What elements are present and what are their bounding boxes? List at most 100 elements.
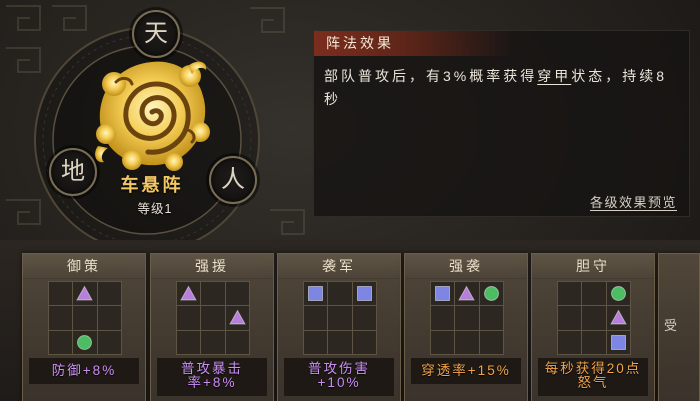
card-effect-label: 防御+8% [29,358,139,384]
grid-slot [455,282,479,306]
card-effect-text: 穿透率+15% [421,363,511,378]
grid-slot [73,330,97,354]
seal-tian-icon[interactable]: 天 [132,10,180,58]
card-effect-text: 普攻伤害+10% [308,361,370,390]
card-title: 强援 [151,254,273,279]
armor-pierce-keyword[interactable]: 穿甲 [537,68,571,84]
grid-slot [606,306,630,330]
square-marker [610,334,626,350]
grid-slot [225,330,249,354]
square-marker [435,286,451,302]
slot-grid [176,281,250,355]
triangle-marker [228,309,246,325]
triangle-marker [180,285,198,301]
slot-grid [557,281,631,355]
grid-slot [97,282,121,306]
partial-card-text: 受 [664,318,678,333]
grid-slot [431,306,455,330]
triangle-marker [458,285,476,301]
card-title: 袭军 [278,254,400,279]
grid-slot [49,306,73,330]
slot-grid [303,281,377,355]
golden-swirl-icon [95,61,210,171]
seal-glyph: 天 [144,21,168,47]
level-preview-link[interactable]: 各级效果预览 [590,192,677,211]
grid-slot [304,306,328,330]
grid-slot [97,306,121,330]
effect-description: 部队普攻后，有3%概率获得穿甲状态，持续8秒 [324,65,672,111]
card-title: 强袭 [405,254,527,279]
circle-marker [77,334,93,350]
grid-slot [97,330,121,354]
formation-card[interactable]: 胆守 每秒获得20点怒气 [531,253,655,401]
formation-screen: 天 地 人 车悬阵 等级1 阵法效果 部队普攻后，有3%概率获得穿甲状态，持续8… [0,0,700,401]
grid-slot [558,330,582,354]
grid-slot [201,282,225,306]
grid-slot [431,330,455,354]
grid-slot [606,282,630,306]
grid-slot [455,330,479,354]
formation-level: 等级1 [137,202,173,216]
grid-slot [582,282,606,306]
grid-slot [479,330,503,354]
grid-slot [352,306,376,330]
card-effect-label: 普攻暴击率+8% [157,358,267,396]
grid-slot [582,306,606,330]
formation-card[interactable]: 御策 防御+8% [22,253,146,401]
seal-di-icon[interactable]: 地 [49,148,97,196]
square-marker [308,286,324,302]
grid-slot [304,282,328,306]
seal-glyph: 人 [221,167,245,193]
grid-slot [225,306,249,330]
grid-slot [225,282,249,306]
circle-marker [610,286,626,302]
grid-slot [328,330,352,354]
formation-card[interactable]: 袭军 普攻伤害+10% [277,253,401,401]
grid-slot [352,330,376,354]
formation-card[interactable]: 强袭 穿透率+15% [404,253,528,401]
grid-slot [177,282,201,306]
card-effect-text: 防御+8% [51,363,117,378]
slot-grid [48,281,122,355]
effect-header: 阵法效果 [314,31,514,56]
grid-slot [582,330,606,354]
grid-slot [201,306,225,330]
grid-slot [479,282,503,306]
formation-card-partial[interactable]: 受 [658,253,700,401]
grid-slot [431,282,455,306]
formation-card[interactable]: 强援 普攻暴击率+8% [150,253,274,401]
slot-grid [430,281,504,355]
grid-slot [352,282,376,306]
card-effect-label: 每秒获得20点怒气 [538,358,648,396]
triangle-marker [76,285,94,301]
effect-text: 部队普攻后，有3%概率获得 [324,68,538,84]
card-effect-text: 每秒获得20点怒气 [544,361,642,390]
grid-slot [455,306,479,330]
grid-slot [328,306,352,330]
circle-marker [483,286,499,302]
seal-glyph: 地 [61,159,85,185]
grid-slot [606,330,630,354]
grid-slot [201,330,225,354]
grid-slot [558,282,582,306]
grid-slot [49,330,73,354]
grid-slot [177,330,201,354]
seal-ren-icon[interactable]: 人 [209,156,257,204]
grid-slot [73,282,97,306]
card-effect-label: 穿透率+15% [411,358,521,384]
grid-slot [479,306,503,330]
card-effect-label: 普攻伤害+10% [284,358,394,396]
formation-name: 车悬阵 [120,175,184,195]
grid-slot [73,306,97,330]
triangle-marker [609,309,627,325]
grid-slot [558,306,582,330]
square-marker [356,286,372,302]
card-title: 胆守 [532,254,654,279]
grid-slot [177,306,201,330]
card-effect-text: 普攻暴击率+8% [181,361,243,390]
card-title: 御策 [23,254,145,279]
grid-slot [49,282,73,306]
effect-panel: 阵法效果 部队普攻后，有3%概率获得穿甲状态，持续8秒 各级效果预览 [313,30,690,217]
grid-slot [304,330,328,354]
grid-slot [328,282,352,306]
